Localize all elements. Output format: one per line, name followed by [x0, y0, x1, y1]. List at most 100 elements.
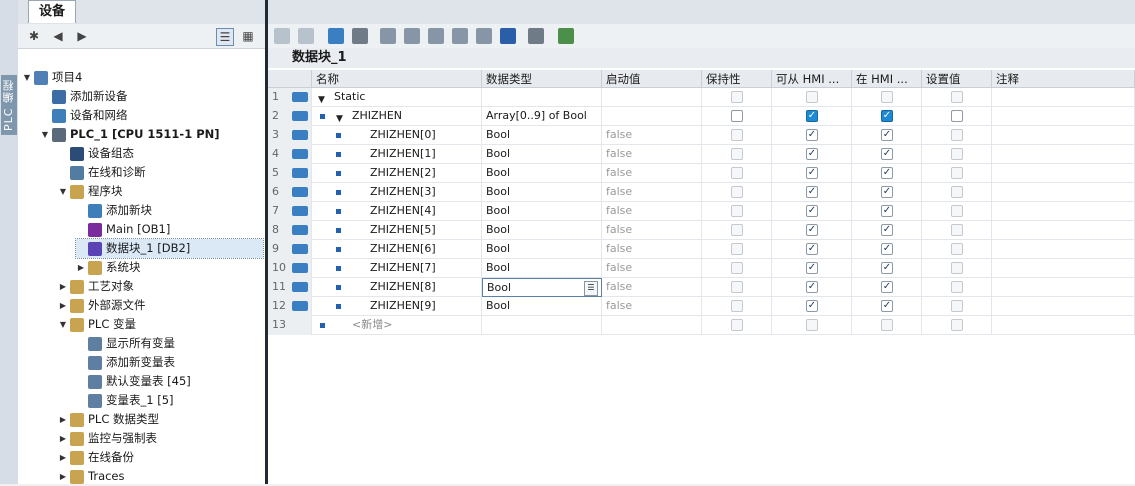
setpoint-checkbox[interactable] — [951, 205, 963, 217]
collapse-arrow-icon[interactable]: ▼ — [58, 315, 68, 334]
retain-checkbox[interactable] — [731, 129, 743, 141]
name-cell[interactable]: ZHIZHEN[6] — [292, 240, 482, 259]
hmi-visible-checkbox[interactable]: ✓ — [881, 148, 893, 160]
expand-all-icon[interactable] — [328, 28, 344, 44]
tree-item[interactable]: 添加新设备 — [40, 87, 263, 106]
plc-programming-tab[interactable]: PLC 编程 — [1, 75, 17, 135]
table-row[interactable]: 10 ZHIZHEN[7] Bool false ✓ ✓ — [268, 259, 1135, 278]
collapse-arrow-icon[interactable]: ▼ — [336, 110, 343, 126]
expand-arrow-icon[interactable]: ▶ — [58, 429, 68, 448]
hmi-visible-checkbox[interactable]: ✓ — [881, 262, 893, 274]
tree-item[interactable]: ▼ PLC 变量 — [58, 315, 263, 334]
table-row[interactable]: 3 ZHIZHEN[0] Bool false ✓ ✓ — [268, 126, 1135, 145]
data-type-cell[interactable]: Bool — [482, 164, 602, 183]
table-row[interactable]: 4 ZHIZHEN[1] Bool false ✓ ✓ — [268, 145, 1135, 164]
start-value-cell[interactable] — [602, 88, 702, 107]
comment-cell[interactable] — [992, 88, 1135, 107]
comment-cell[interactable] — [992, 297, 1135, 316]
tree-item[interactable]: ▶ PLC 数据类型 — [58, 410, 263, 429]
retain-checkbox[interactable] — [731, 167, 743, 179]
hmi-visible-checkbox[interactable]: ✓ — [881, 281, 893, 293]
name-cell[interactable]: ZHIZHEN[8] — [292, 278, 482, 297]
name-cell[interactable]: ▼ ZHIZHEN — [292, 107, 482, 126]
start-value-cell[interactable]: false — [602, 221, 702, 240]
tree-item[interactable]: ▶ 系统块 — [76, 258, 263, 277]
name-cell[interactable]: ZHIZHEN[4] — [292, 202, 482, 221]
setpoint-checkbox[interactable] — [951, 300, 963, 312]
name-cell[interactable]: ZHIZHEN[0] — [292, 126, 482, 145]
comment-cell[interactable] — [992, 240, 1135, 259]
hmi-visible-checkbox[interactable]: ✓ — [881, 167, 893, 179]
load-snapshot-icon[interactable] — [452, 28, 468, 44]
collapse-arrow-icon[interactable]: ▼ — [58, 182, 68, 201]
hmi-accessible-checkbox[interactable]: ✓ — [806, 205, 818, 217]
name-cell[interactable]: ZHIZHEN[9] — [292, 297, 482, 316]
setpoint-checkbox[interactable] — [951, 167, 963, 179]
settings-list-icon[interactable] — [500, 28, 516, 44]
collapse-all-icon[interactable] — [352, 28, 368, 44]
data-type-cell[interactable]: Bool — [482, 259, 602, 278]
tree-item[interactable]: ▼ 项目4 — [22, 68, 263, 87]
expand-arrow-icon[interactable]: ▶ — [58, 277, 68, 296]
retain-checkbox[interactable] — [731, 262, 743, 274]
column-header[interactable]: 在 HMI ... — [852, 70, 922, 88]
setpoint-checkbox[interactable] — [951, 243, 963, 255]
collapse-arrow-icon[interactable]: ▼ — [40, 125, 50, 144]
data-type-cell[interactable]: Bool — [482, 145, 602, 164]
comment-cell[interactable] — [992, 183, 1135, 202]
column-header[interactable]: 可从 HMI ... — [772, 70, 852, 88]
retain-checkbox[interactable] — [731, 110, 743, 122]
hmi-accessible-checkbox[interactable]: ✓ — [806, 186, 818, 198]
data-type-cell[interactable] — [482, 88, 602, 107]
forward-icon[interactable]: ▶ — [74, 28, 90, 44]
table-row[interactable]: 2 ▼ ZHIZHEN Array[0..9] of Bool ✓ ✓ — [268, 107, 1135, 126]
column-header[interactable]: 启动值 — [602, 70, 702, 88]
tree-item[interactable]: ▼ PLC_1 [CPU 1511-1 PN] — [40, 125, 263, 144]
retain-checkbox[interactable] — [731, 281, 743, 293]
tree-item[interactable]: 添加新块 — [76, 201, 263, 220]
tree-item[interactable]: Main [OB1] — [76, 220, 263, 239]
column-header[interactable]: 设置值 — [922, 70, 992, 88]
column-header[interactable]: 注释 — [992, 70, 1135, 88]
table-row[interactable]: 8 ZHIZHEN[5] Bool false ✓ ✓ — [268, 221, 1135, 240]
tree-item[interactable]: ▶ 监控与强制表 — [58, 429, 263, 448]
comment-cell[interactable] — [992, 164, 1135, 183]
setpoint-checkbox[interactable] — [951, 148, 963, 160]
setpoint-checkbox[interactable] — [951, 186, 963, 198]
retain-checkbox[interactable] — [731, 186, 743, 198]
table-row[interactable]: 13 <新增> — [268, 316, 1135, 335]
name-cell[interactable]: ▼ Static — [292, 88, 482, 107]
hmi-visible-checkbox[interactable] — [881, 91, 893, 103]
data-type-cell[interactable]: Array[0..9] of Bool — [482, 107, 602, 126]
tree-item[interactable]: 显示所有变量 — [76, 334, 263, 353]
tree-item[interactable]: ▶ 在线备份 — [58, 448, 263, 467]
start-value-cell[interactable]: false — [602, 164, 702, 183]
start-value-cell[interactable]: false — [602, 126, 702, 145]
tree-item[interactable]: 默认变量表 [45] — [76, 372, 263, 391]
comment-cell[interactable] — [992, 126, 1135, 145]
tree-item[interactable]: ▶ 工艺对象 — [58, 277, 263, 296]
hmi-visible-checkbox[interactable]: ✓ — [881, 243, 893, 255]
column-header[interactable]: 保持性 — [702, 70, 772, 88]
monitor-icon[interactable] — [528, 28, 544, 44]
hmi-accessible-checkbox[interactable] — [806, 91, 818, 103]
tree-item[interactable]: ▶ 外部源文件 — [58, 296, 263, 315]
hmi-accessible-checkbox[interactable]: ✓ — [806, 224, 818, 236]
start-value-cell[interactable]: false — [602, 183, 702, 202]
start-value-cell[interactable]: false — [602, 259, 702, 278]
hmi-visible-checkbox[interactable]: ✓ — [881, 110, 893, 122]
comment-cell[interactable] — [992, 221, 1135, 240]
table-row[interactable]: 9 ZHIZHEN[6] Bool false ✓ ✓ — [268, 240, 1135, 259]
column-header[interactable]: 名称 — [312, 70, 482, 88]
expand-arrow-icon[interactable]: ▶ — [58, 467, 68, 486]
hmi-accessible-checkbox[interactable]: ✓ — [806, 281, 818, 293]
hmi-accessible-checkbox[interactable]: ✓ — [806, 262, 818, 274]
copy-snapshot-icon[interactable] — [404, 28, 420, 44]
data-type-cell[interactable]: Bool — [482, 183, 602, 202]
hmi-visible-checkbox[interactable]: ✓ — [881, 186, 893, 198]
table-row[interactable]: 12 ZHIZHEN[9] Bool false ✓ ✓ — [268, 297, 1135, 316]
comment-cell[interactable] — [992, 145, 1135, 164]
name-cell[interactable]: ZHIZHEN[5] — [292, 221, 482, 240]
tree-item[interactable]: 数据块_1 [DB2] — [75, 238, 264, 259]
tree-item[interactable]: ▶ Traces — [58, 467, 263, 486]
